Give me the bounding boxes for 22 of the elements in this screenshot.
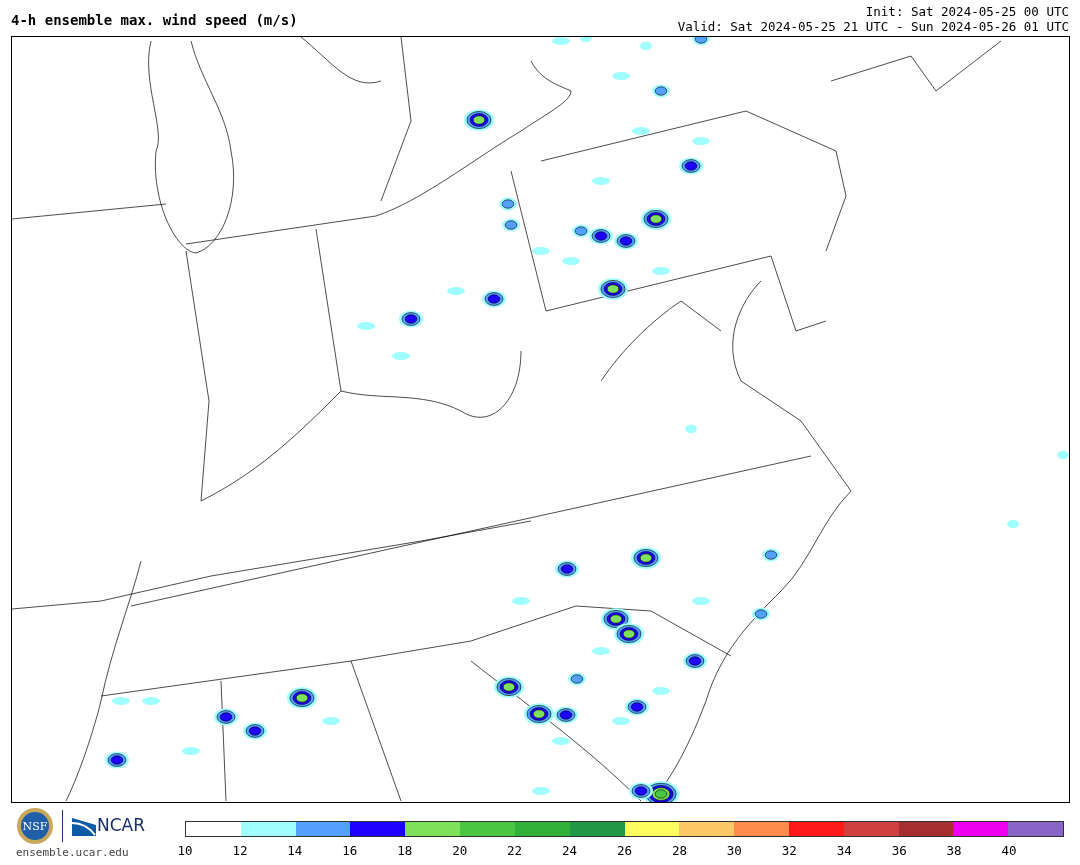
scale-tick-label: 10 (177, 842, 193, 860)
scale-tick-label: 28 (671, 842, 687, 860)
scale-tick-label: 26 (616, 842, 633, 860)
scale-tick-label: 14 (287, 842, 303, 860)
scale-tick-label: 12 (232, 842, 248, 860)
scale-tick-label: 22 (507, 842, 523, 860)
scale-tick-label: 32 (781, 842, 797, 860)
scale-tick-label: 30 (726, 842, 742, 860)
scale-tick-label: 40 (1001, 842, 1017, 860)
init-time: Init: Sat 2024-05-25 00 UTC (864, 4, 1069, 19)
scale-tick-label: 20 (452, 842, 468, 860)
valid-time: Valid: Sat 2024-05-25 21 UTC - Sun 2024-05-26 01 UTC (677, 19, 1069, 34)
scale-tick-label: 18 (397, 842, 413, 860)
ncar-logo-icon (71, 815, 97, 837)
scale-tick-label: 34 (836, 842, 852, 860)
scale-tick-label: 16 (342, 842, 358, 860)
scale-tick-label: 38 (946, 842, 962, 860)
plot-title: 4-h ensemble max. wind speed (m/s) (11, 13, 298, 30)
ncar-logo-text: NCAR (97, 814, 146, 838)
nsf-logo-text: NSF (22, 820, 48, 833)
scale-tick-label: 36 (891, 842, 907, 860)
scale-tick-label: 24 (562, 842, 578, 860)
